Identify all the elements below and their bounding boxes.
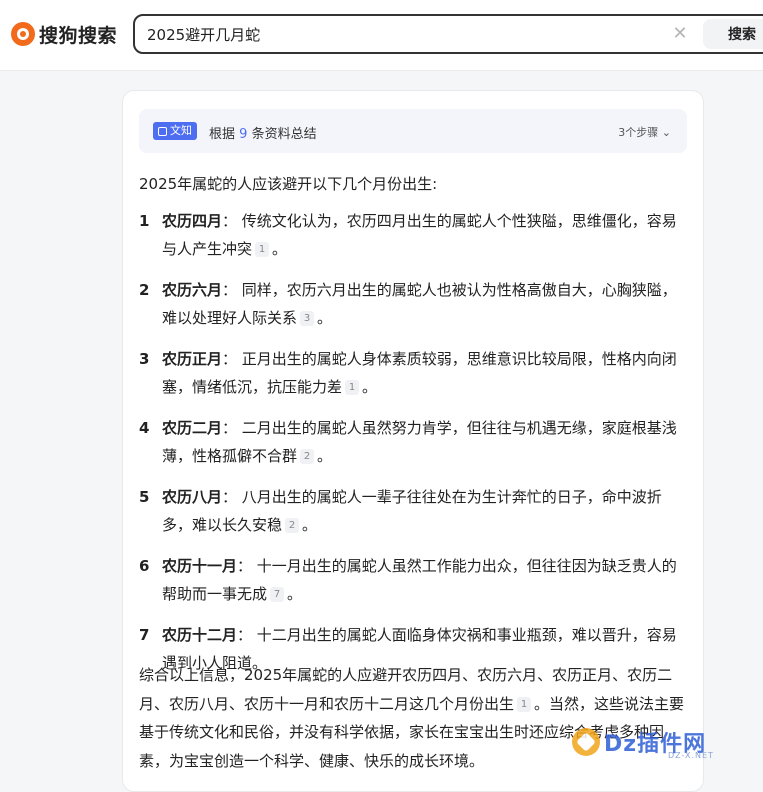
item-number: 7 [139,626,150,644]
answer-intro: 2025年属蛇的人应该避开以下几个月份出生: [139,175,438,193]
item-number: 6 [139,557,150,575]
ai-answer-card: 文知 根据 9 条资料总结 3个步骤 ⌄ 2025年属蛇的人应该避开以下几个月份… [122,90,704,792]
source-count: 9 [239,127,248,142]
item-title: 农历十一月 [162,557,238,575]
item-text: 同样，农历六月出生的属蛇人也被认为性格高傲自大，心胸狭隘，难以处理好人际关系 [162,281,677,327]
item-end: 。 [317,309,333,327]
source-summary[interactable]: 根据 9 条资料总结 [209,123,317,142]
item-text: 八月出生的属蛇人一辈子往往处在为生计奔忙的日子，命中波折多，难以长久安稳 [162,488,662,534]
watermark-logo-icon [572,728,600,756]
search-button[interactable]: 搜索 [703,19,763,49]
summary-prefix: 根据 [209,127,236,142]
steps-label: 3个步骤 [618,126,659,139]
summary-suffix: 条资料总结 [251,127,317,142]
wenzhi-icon [158,126,167,136]
item-text: 二月出生的属蛇人虽然努力肯学，但往往与机遇无缘，家庭根基浅薄，性格孤僻不合群 [162,419,677,465]
item-title: 农历二月 [162,419,223,437]
clear-icon[interactable]: ✕ [670,24,690,44]
item-title: 农历四月 [162,212,223,230]
logo-text: 搜狗搜索 [39,24,118,47]
list-item: 6 农历十一月： 十一月出生的属蛇人虽然工作能力出众，但往往因为缺乏贵人的帮助而… [139,552,689,608]
item-number: 3 [139,350,150,368]
list-item: 2 农历六月： 同样，农历六月出生的属蛇人也被认为性格高傲自大，心胸狭隘，难以处… [139,276,689,332]
item-number: 5 [139,488,150,506]
citation-badge[interactable]: 1 [345,380,360,395]
item-title: 农历六月 [162,281,223,299]
citation-badge[interactable]: 3 [300,311,315,326]
list-item: 1 农历四月： 传统文化认为，农历四月出生的属蛇人个性狭隘，思维僵化，容易与人产… [139,207,689,263]
item-text: 正月出生的属蛇人身体素质较弱，思维意识比较局限，性格内向闭塞，情绪低沉，抗压能力… [162,350,677,396]
list-item: 4 农历二月： 二月出生的属蛇人虽然努力肯学，但往往与机遇无缘，家庭根基浅薄，性… [139,414,689,470]
wenzhi-badge-label: 文知 [170,124,192,137]
item-end: 。 [317,447,333,465]
top-header: 搜狗搜索 ✕ 搜索 [0,0,763,71]
search-input[interactable] [147,22,647,46]
item-end: 。 [302,516,318,534]
item-text: 传统文化认为，农历四月出生的属蛇人个性狭隘，思维僵化，容易与人产生冲突 [162,212,677,258]
item-end: 。 [287,585,303,603]
item-number: 2 [139,281,150,299]
list-item: 5 农历八月： 八月出生的属蛇人一辈子往往处在为生计奔忙的日子，命中波折多，难以… [139,483,689,539]
summary-bar: 文知 根据 9 条资料总结 3个步骤 ⌄ [139,109,687,153]
item-title: 农历正月 [162,350,223,368]
watermark-subtext: DZ-X.NET [668,751,714,760]
wenzhi-badge: 文知 [153,122,197,140]
item-title: 农历八月 [162,488,223,506]
item-end: 。 [272,240,288,258]
item-number: 4 [139,419,150,437]
citation-badge[interactable]: 1 [517,696,532,712]
citation-badge[interactable]: 1 [255,242,270,257]
steps-toggle[interactable]: 3个步骤 ⌄ [618,124,671,140]
month-list: 1 农历四月： 传统文化认为，农历四月出生的属蛇人个性狭隘，思维僵化，容易与人产… [139,207,689,690]
list-item: 3 农历正月： 正月出生的属蛇人身体素质较弱，思维意识比较局限，性格内向闭塞，情… [139,345,689,401]
item-title: 农历十二月 [162,626,238,644]
citation-badge[interactable]: 2 [285,518,300,533]
item-text: 十一月出生的属蛇人虽然工作能力出众，但往往因为缺乏贵人的帮助而一事无成 [162,557,677,603]
citation-badge[interactable]: 2 [300,449,315,464]
item-number: 1 [139,212,150,230]
sogou-logo-icon [11,22,35,46]
search-box: ✕ 搜索 [133,14,763,54]
watermark: Dz插件网 [572,712,762,772]
chevron-down-icon: ⌄ [661,126,671,139]
citation-badge[interactable]: 7 [270,587,285,602]
sogou-logo[interactable]: 搜狗搜索 [11,20,117,48]
item-end: 。 [362,378,378,396]
